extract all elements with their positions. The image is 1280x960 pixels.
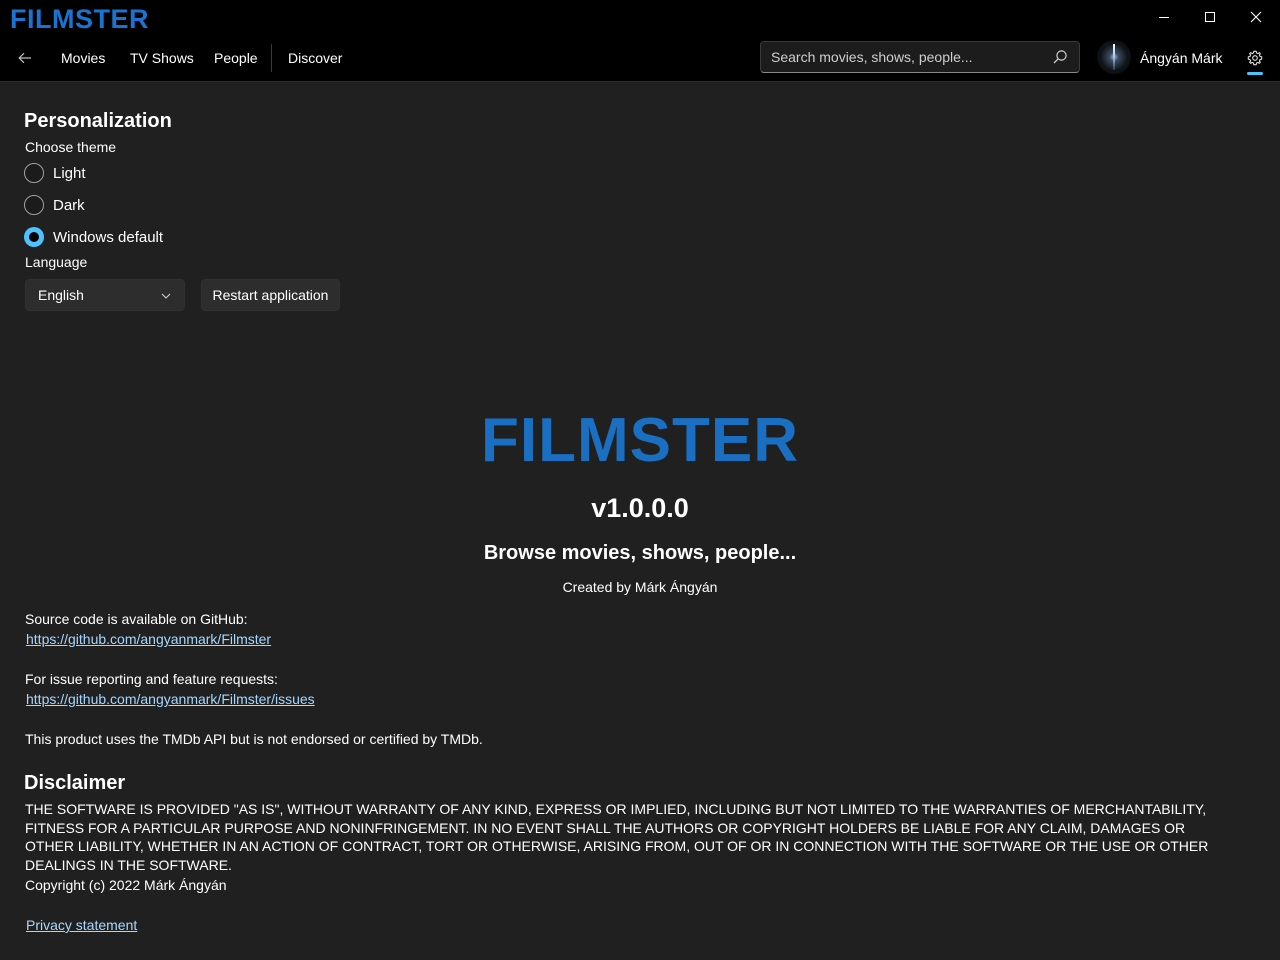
nav-separator: [271, 44, 272, 72]
close-icon: [1250, 11, 1262, 23]
theme-radio-light[interactable]: Light: [24, 161, 86, 185]
privacy-statement-link[interactable]: Privacy statement: [26, 916, 137, 934]
nav-people[interactable]: People: [214, 48, 258, 68]
back-button[interactable]: [10, 44, 40, 72]
nav-discover[interactable]: Discover: [288, 48, 342, 68]
radio-label: Dark: [53, 196, 85, 214]
minimize-icon: [1159, 16, 1169, 18]
personalization-heading: Personalization: [24, 110, 172, 132]
radio-circle-checked[interactable]: [24, 227, 44, 247]
radio-label: Windows default: [53, 228, 164, 246]
settings-button[interactable]: [1243, 46, 1267, 70]
language-label: Language: [25, 254, 88, 270]
about-logo: FILMSTER: [481, 406, 799, 475]
search-box: [760, 41, 1080, 73]
radio-circle[interactable]: [24, 195, 44, 215]
radio-label: Light: [53, 164, 86, 182]
github-link[interactable]: https://github.com/angyanmark/Filmster: [26, 630, 271, 648]
settings-selected-indicator: [1247, 72, 1263, 75]
nav-tv-shows[interactable]: TV Shows: [130, 48, 194, 68]
disclaimer-text: THE SOFTWARE IS PROVIDED "AS IS", WITHOU…: [25, 801, 1209, 873]
minimize-button[interactable]: [1141, 0, 1187, 34]
created-by: Created by Márk Ángyán: [562, 579, 718, 595]
issue-reporting-text: For issue reporting and feature requests…: [25, 671, 278, 687]
nav-movies[interactable]: Movies: [61, 48, 105, 68]
gear-icon: [1247, 50, 1263, 66]
back-arrow-icon: [18, 52, 31, 64]
source-code-text: Source code is available on GitHub:: [25, 611, 248, 627]
search-icon[interactable]: [1051, 48, 1069, 66]
app-logo: FILMSTER: [10, 4, 149, 34]
disclaimer-heading: Disclaimer: [24, 772, 126, 794]
version-text: v1.0.0.0: [591, 493, 689, 523]
title-bar: FILMSTER Movies TV Shows People Discover…: [0, 0, 1280, 82]
tmdb-notice: This product uses the TMDb API but is no…: [25, 731, 483, 747]
user-avatar[interactable]: [1097, 40, 1131, 74]
restart-application-button[interactable]: Restart application: [201, 279, 340, 311]
choose-theme-label: Choose theme: [25, 139, 117, 155]
radio-circle[interactable]: [24, 163, 44, 183]
github-issues-link[interactable]: https://github.com/angyanmark/Filmster/i…: [26, 690, 315, 708]
language-dropdown[interactable]: English: [25, 279, 185, 311]
maximize-button[interactable]: [1187, 0, 1233, 34]
theme-radio-dark[interactable]: Dark: [24, 193, 85, 217]
user-name[interactable]: Ángyán Márk: [1140, 48, 1222, 68]
theme-radio-windows-default[interactable]: Windows default: [24, 225, 163, 249]
copyright-text: Copyright (c) 2022 Márk Ángyán: [25, 877, 227, 893]
close-button[interactable]: [1233, 0, 1279, 34]
maximize-icon: [1205, 12, 1215, 22]
tagline: Browse movies, shows, people...: [483, 542, 797, 564]
language-selected-value: English: [38, 287, 84, 303]
search-input[interactable]: [761, 42, 1041, 72]
chevron-down-icon: [161, 293, 171, 299]
